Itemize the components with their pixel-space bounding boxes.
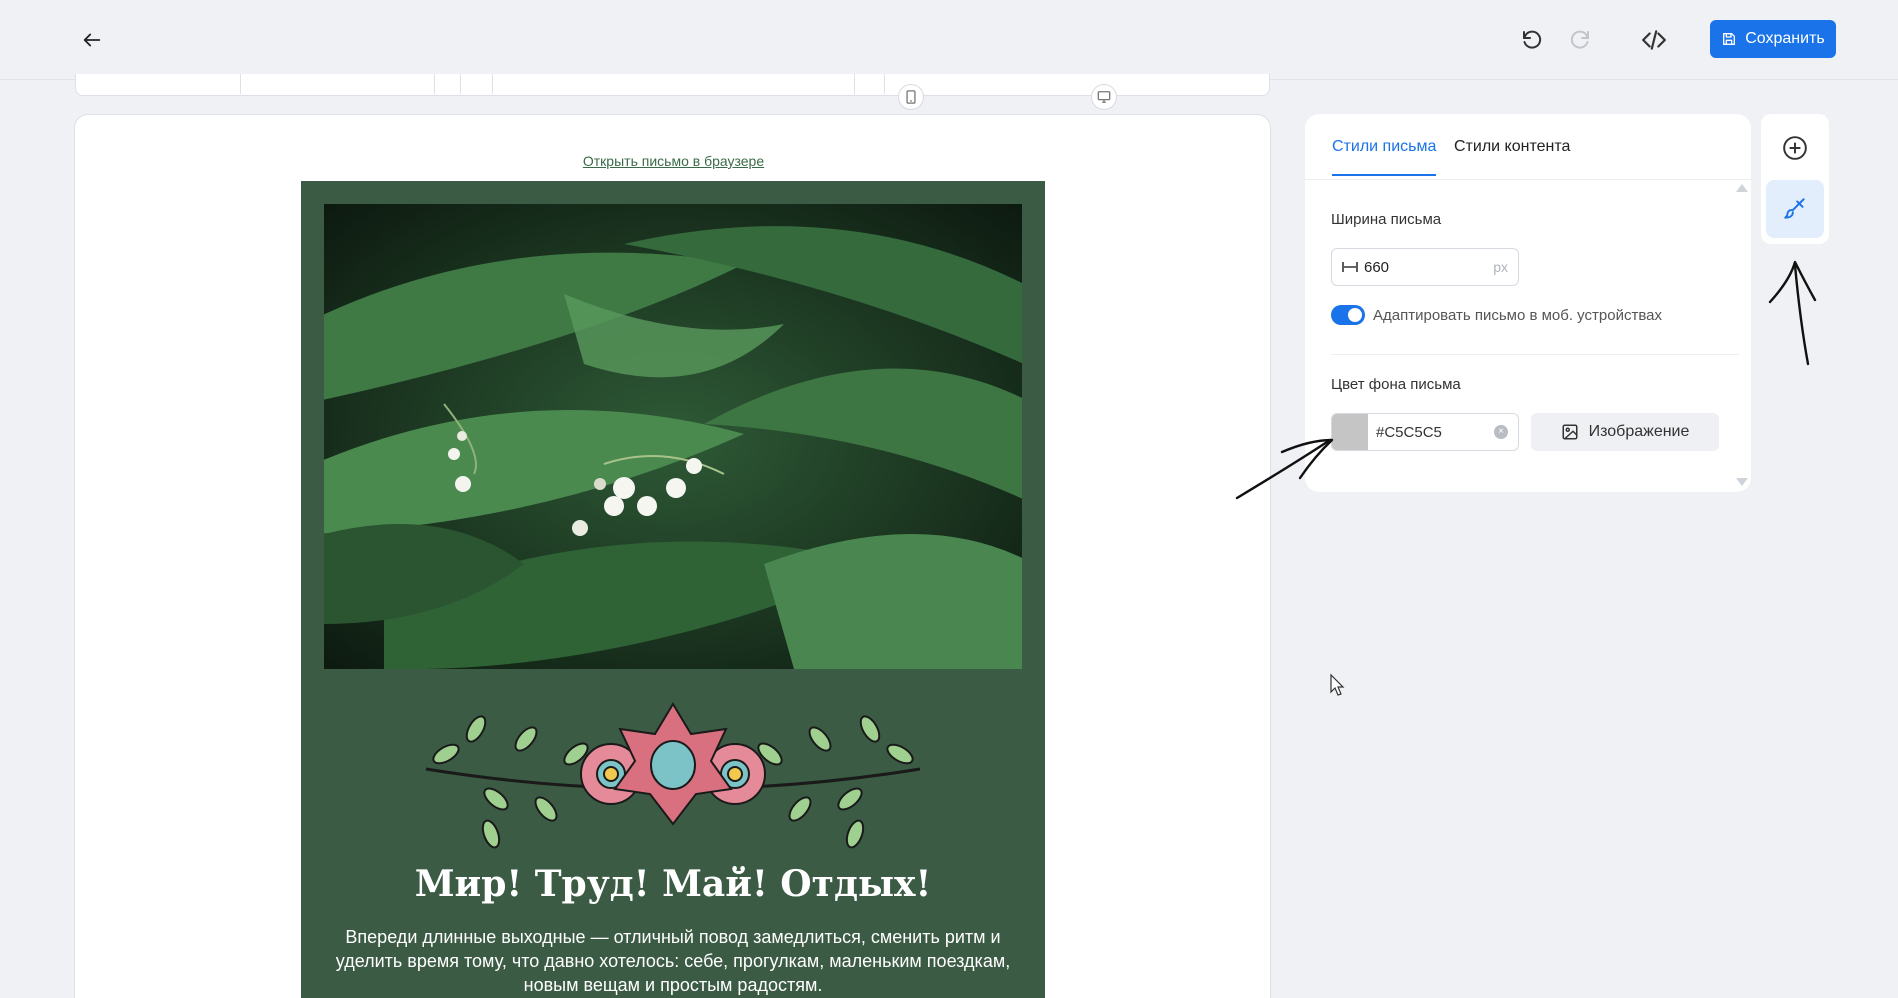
email-body-text[interactable]: Впереди длинные выходные — отличный пово… xyxy=(327,925,1019,997)
bg-image-button-label: Изображение xyxy=(1588,423,1690,440)
email-canvas: Открыть письмо в браузере Мир! Труд! Май… xyxy=(74,114,1271,998)
open-in-browser-link[interactable]: Открыть письмо в браузере xyxy=(75,153,1270,169)
mobile-icon xyxy=(906,90,916,104)
image-icon xyxy=(1562,424,1578,440)
arrow-left-icon xyxy=(83,33,101,47)
clear-icon[interactable]: × xyxy=(1494,425,1508,439)
width-icon xyxy=(1342,262,1358,272)
back-button[interactable] xyxy=(76,24,108,56)
panel-scroll-up[interactable] xyxy=(1736,184,1748,192)
mobile-view-button[interactable] xyxy=(898,84,924,110)
style-settings-button[interactable] xyxy=(1766,180,1824,238)
tab-email-styles[interactable]: Стили письма xyxy=(1332,138,1437,176)
email-width-label: Ширина письма xyxy=(1331,211,1442,228)
save-button[interactable]: Сохранить xyxy=(1710,20,1836,58)
side-rail xyxy=(1761,114,1829,244)
adaptive-toggle-label: Адаптировать письмо в моб. устройствах xyxy=(1373,307,1662,324)
code-view-button[interactable] xyxy=(1638,24,1670,56)
adaptive-toggle[interactable] xyxy=(1331,305,1365,325)
add-block-button[interactable] xyxy=(1775,128,1815,168)
bg-color-label: Цвет фона письма xyxy=(1331,376,1461,393)
top-bar: Сохранить xyxy=(0,0,1898,80)
undo-icon xyxy=(1523,30,1542,49)
hero-image[interactable] xyxy=(324,204,1022,669)
desktop-icon xyxy=(1097,91,1111,103)
bg-color-swatch[interactable] xyxy=(1332,414,1368,450)
divider xyxy=(1331,354,1739,355)
desktop-view-button[interactable] xyxy=(1091,84,1117,110)
plus-circle-icon xyxy=(1783,136,1807,160)
bg-color-value: #C5C5C5 xyxy=(1376,423,1442,441)
email-body[interactable]: Мир! Труд! Май! Отдых! Впереди длинные в… xyxy=(301,181,1045,998)
brush-icon xyxy=(1784,198,1805,219)
email-width-value: 660 xyxy=(1364,258,1390,276)
save-icon xyxy=(1723,33,1736,45)
panel-scroll-down[interactable] xyxy=(1736,478,1748,486)
redo-button[interactable] xyxy=(1564,24,1596,56)
settings-tabs: Стили письма Стили контента xyxy=(1305,114,1751,180)
code-icon xyxy=(1642,30,1666,50)
bg-color-field[interactable]: #C5C5C5 × xyxy=(1331,413,1519,451)
save-button-label: Сохранить xyxy=(1745,30,1825,47)
floral-wreath-decoration[interactable] xyxy=(416,699,930,855)
settings-panel: Стили письма Стили контента Ширина письм… xyxy=(1305,114,1751,492)
email-width-field[interactable]: 660 px xyxy=(1331,248,1519,286)
email-width-unit: px xyxy=(1493,259,1508,275)
email-headline[interactable]: Мир! Труд! Май! Отдых! xyxy=(301,863,1045,905)
redo-icon xyxy=(1570,30,1589,49)
bg-image-button[interactable]: Изображение xyxy=(1531,413,1719,451)
tab-content-styles[interactable]: Стили контента xyxy=(1454,138,1570,174)
undo-button[interactable] xyxy=(1516,24,1548,56)
